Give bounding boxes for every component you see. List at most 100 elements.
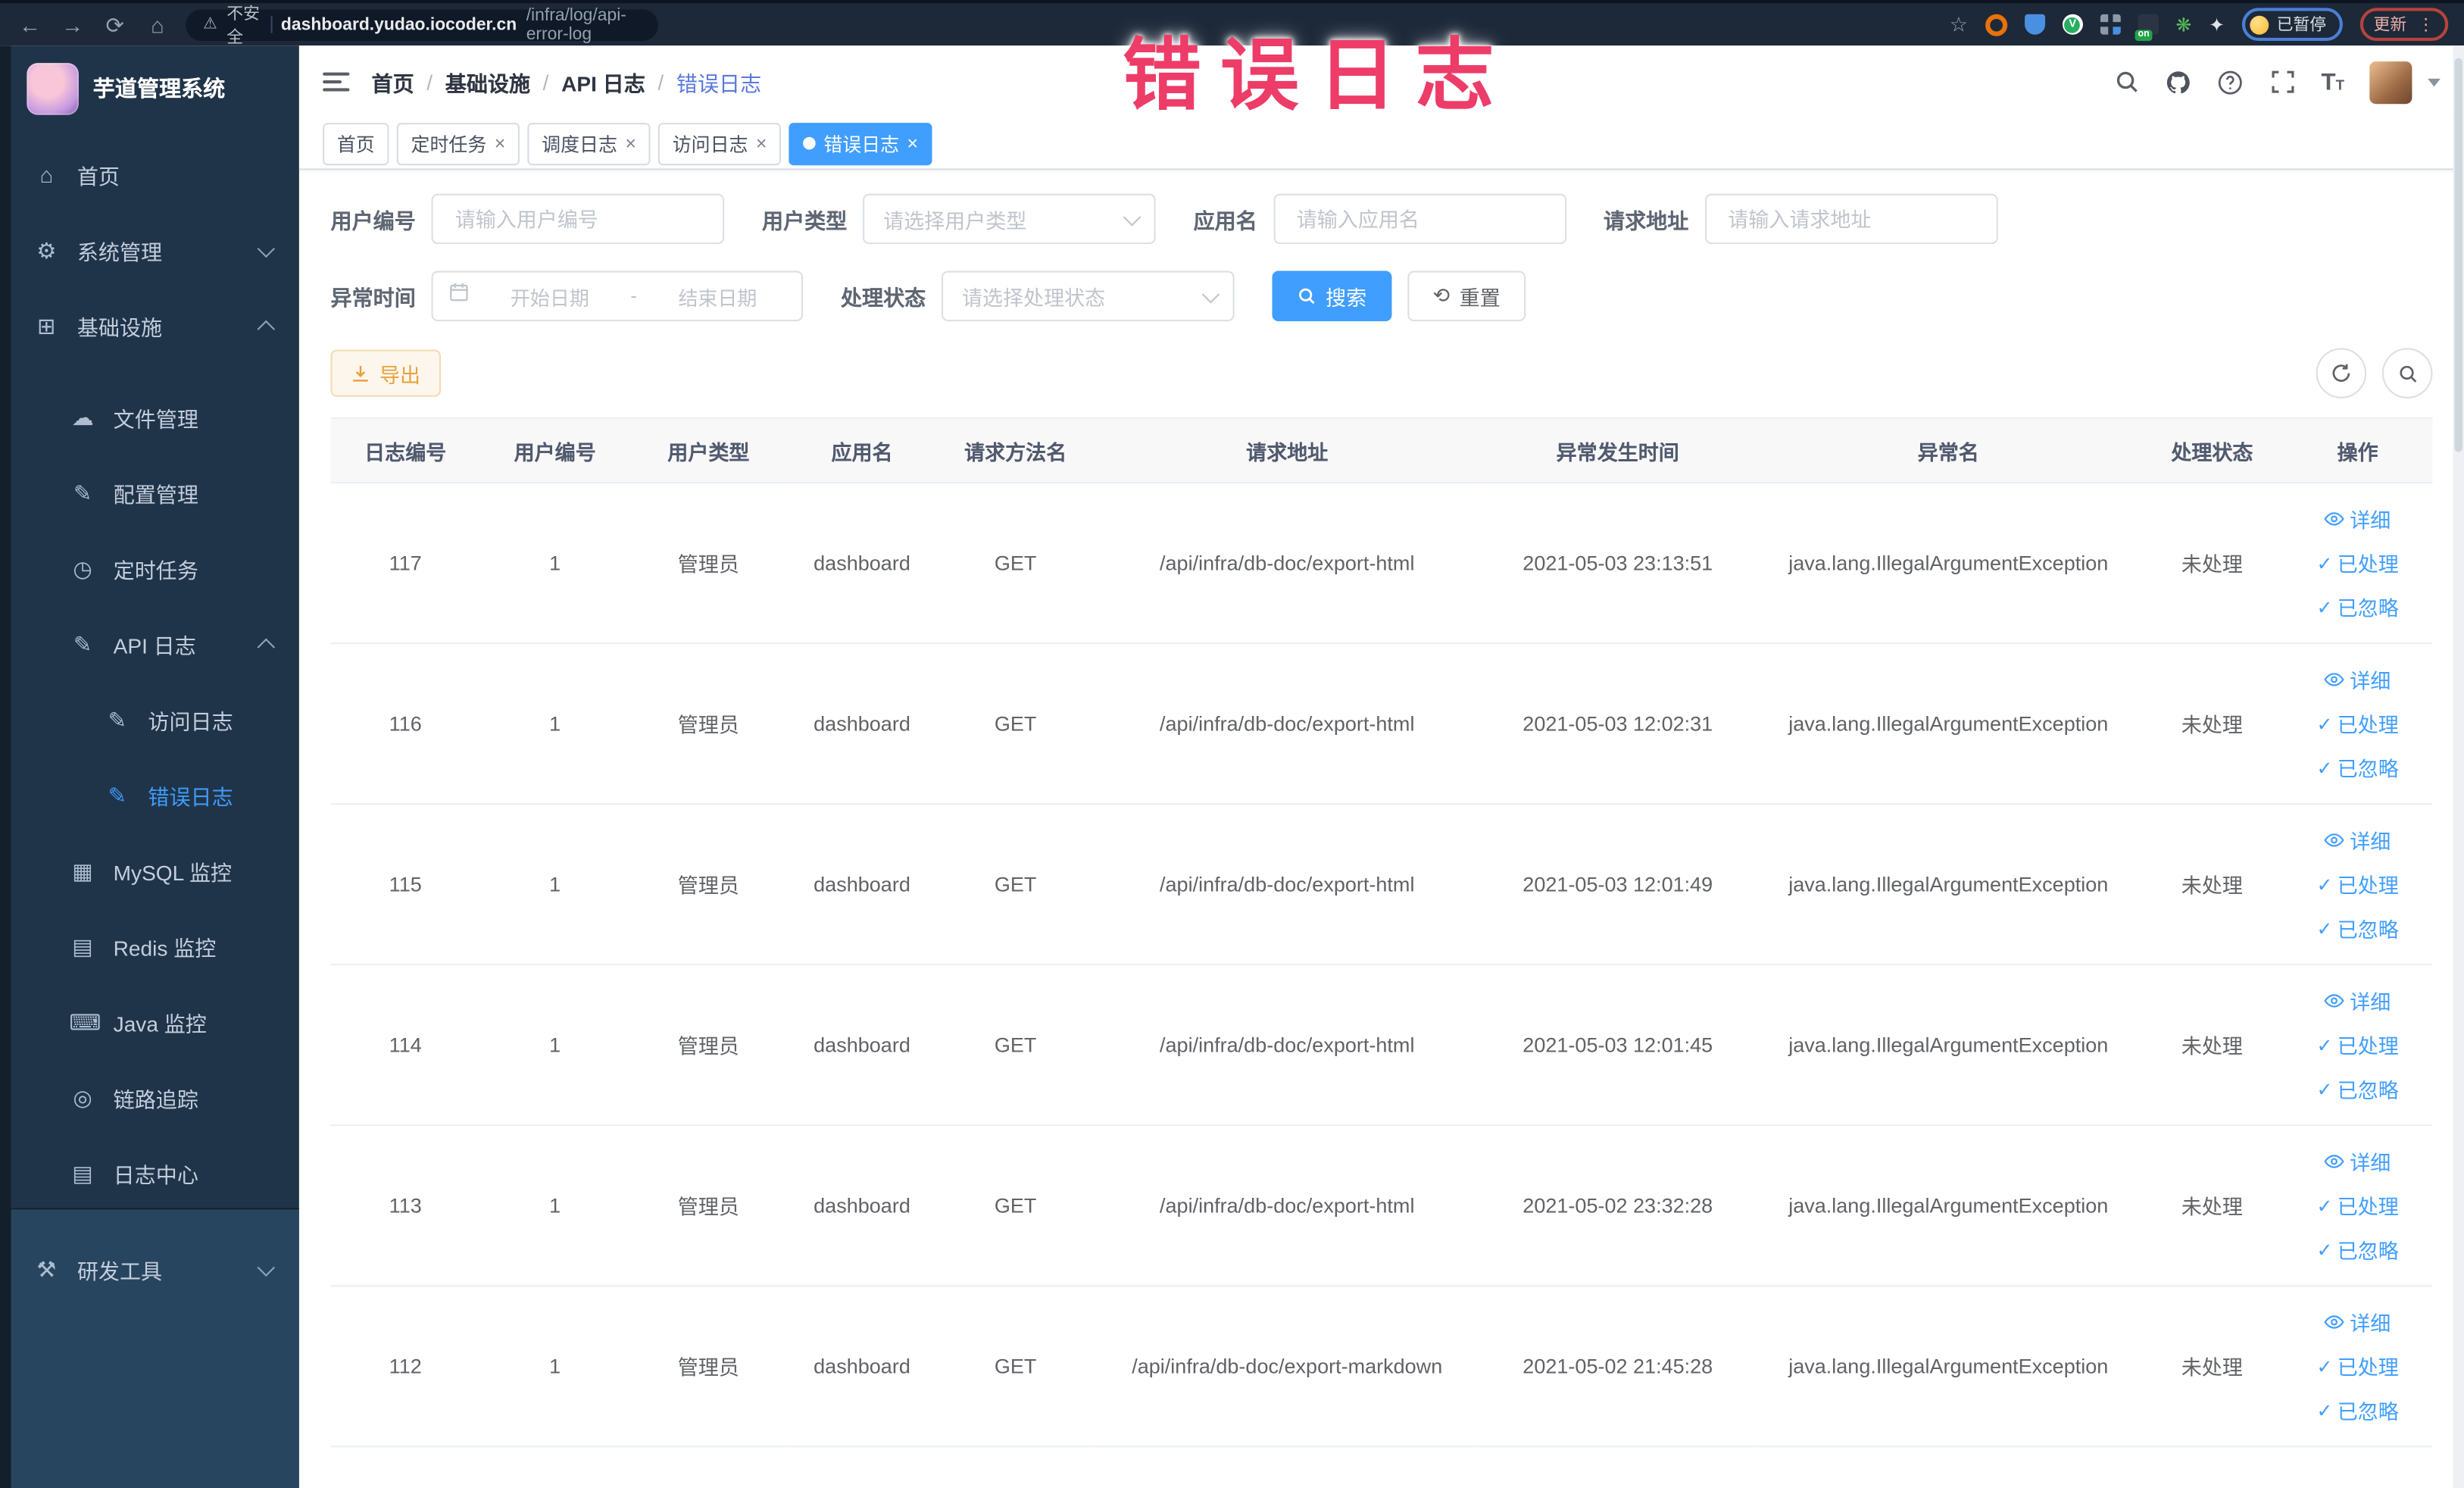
- sidebar-item-mysql-monitor[interactable]: ▦ MySQL 监控: [0, 833, 299, 909]
- breadcrumb-item[interactable]: API 日志: [561, 66, 645, 98]
- extension-icon-grid[interactable]: [2100, 14, 2121, 35]
- breadcrumb-item[interactable]: 首页: [372, 66, 414, 98]
- mark-ignored-link[interactable]: ✓ 已忽略: [2317, 1235, 2399, 1264]
- close-icon[interactable]: ×: [756, 133, 767, 155]
- cell-exception-time: 2021-05-02 21:45:28: [1479, 1286, 1756, 1448]
- request-url-input[interactable]: [1704, 193, 1997, 245]
- sidebar-item-trace[interactable]: ◎ 链路追踪: [0, 1060, 299, 1136]
- tab-error-log[interactable]: 错误日志 ×: [789, 122, 932, 165]
- sidebar-item-file-management[interactable]: ☁ 文件管理: [0, 380, 299, 455]
- mark-ignored-link[interactable]: ✓ 已忽略: [2317, 1074, 2399, 1104]
- detail-link[interactable]: 详细: [2325, 1307, 2391, 1336]
- browser-home-button[interactable]: ⌂: [143, 14, 171, 36]
- sidebar-item-label: 基础设施: [77, 316, 163, 340]
- mark-processed-link[interactable]: ✓ 已处理: [2317, 1030, 2399, 1059]
- toggle-search-circle-button[interactable]: [2381, 348, 2433, 399]
- sidebar-item-label: 文件管理: [113, 408, 198, 432]
- mark-processed-link[interactable]: ✓ 已处理: [2317, 1351, 2399, 1380]
- mark-processed-link[interactable]: ✓ 已处理: [2317, 1190, 2399, 1220]
- extension-icon-switch[interactable]: on: [2135, 14, 2159, 42]
- refresh-circle-button[interactable]: [2316, 348, 2367, 399]
- sidebar-item-error-log[interactable]: ✎ 错误日志: [0, 758, 299, 833]
- cell-method: GET: [936, 804, 1095, 966]
- status-select[interactable]: 请选择处理状态: [942, 270, 1235, 322]
- fullscreen-icon[interactable]: [2269, 68, 2296, 95]
- cell-log-id: 115: [330, 804, 480, 966]
- page-scrollbar[interactable]: [2453, 45, 2464, 1488]
- app-name-input[interactable]: [1273, 193, 1566, 245]
- search-button[interactable]: 搜索: [1272, 270, 1392, 322]
- browser-reload-button[interactable]: ⟳: [101, 14, 129, 36]
- tab-access-log[interactable]: 访问日志 ×: [658, 122, 782, 165]
- avatar-caret-icon[interactable]: [2428, 77, 2441, 86]
- cell-user-id: 1: [479, 483, 630, 645]
- user-type-select[interactable]: 请选择用户类型: [863, 193, 1156, 245]
- close-icon[interactable]: ×: [495, 133, 506, 155]
- extension-icon-shield[interactable]: [2024, 14, 2045, 35]
- start-date-placeholder: 开始日期: [510, 287, 589, 310]
- mark-ignored-link[interactable]: ✓ 已忽略: [2317, 592, 2399, 622]
- app-logo[interactable]: 芋道管理系统: [0, 45, 299, 130]
- sidebar: 芋道管理系统 ⌂ 首页 ⚙ 系统管理 ⊞ 基础设施 ☁ 文件管理 ✎ 配置管理 …: [0, 45, 299, 1488]
- check-icon: ✓: [2316, 712, 2333, 735]
- font-size-icon[interactable]: TT: [2322, 70, 2344, 93]
- sidebar-item-dev-tools[interactable]: ⚒ 研发工具: [0, 1231, 299, 1307]
- sidebar-item-log-center[interactable]: ▤ 日志中心: [0, 1136, 299, 1211]
- mark-processed-link[interactable]: ✓ 已处理: [2317, 869, 2399, 899]
- cell-actions: 详细 ✓ 已处理 ✓ 已忽略: [2282, 804, 2433, 966]
- sidebar-item-infrastructure[interactable]: ⊞ 基础设施: [0, 288, 299, 364]
- export-button[interactable]: 导出: [330, 349, 442, 397]
- browser-back-button[interactable]: ←: [16, 14, 44, 36]
- col-user-type: 用户类型: [629, 417, 788, 484]
- sidebar-item-home[interactable]: ⌂ 首页: [0, 137, 299, 213]
- mark-processed-link[interactable]: ✓ 已处理: [2317, 708, 2399, 738]
- date-range-picker[interactable]: 开始日期 - 结束日期: [431, 270, 804, 322]
- detail-link[interactable]: 详细: [2325, 504, 2391, 533]
- tab-schedule-log[interactable]: 调度日志 ×: [527, 122, 651, 165]
- sidebar-collapse-icon[interactable]: [323, 72, 350, 92]
- extensions-puzzle-icon[interactable]: ✦: [2209, 14, 2225, 36]
- detail-link[interactable]: 详细: [2325, 986, 2391, 1015]
- detail-link[interactable]: 详细: [2325, 825, 2391, 855]
- breadcrumb-item[interactable]: 基础设施: [445, 66, 530, 98]
- sidebar-item-api-log[interactable]: ✎ API 日志: [0, 606, 299, 682]
- mark-ignored-link[interactable]: ✓ 已忽略: [2317, 914, 2399, 943]
- tab-home[interactable]: 首页: [323, 122, 389, 165]
- scrollbar-thumb[interactable]: [2454, 58, 2462, 452]
- browser-menu-kebab-icon[interactable]: ⋮: [2418, 15, 2434, 34]
- detail-link[interactable]: 详细: [2325, 1146, 2391, 1176]
- user-id-input[interactable]: [431, 193, 725, 245]
- sidebar-item-java-monitor[interactable]: ⌨ Java 监控: [0, 984, 299, 1060]
- main-area: 首页 / 基础设施 / API 日志 / 错误日志 TT 首页 定时任务 × 调…: [298, 45, 2464, 1488]
- col-actions: 操作: [2282, 417, 2433, 484]
- sidebar-item-scheduled-tasks[interactable]: ◷ 定时任务: [0, 530, 299, 606]
- extension-icon-green[interactable]: V: [2062, 14, 2083, 35]
- timer-icon: ◷: [73, 555, 92, 580]
- profile-chip-paused[interactable]: 已暂停: [2241, 8, 2342, 42]
- sidebar-item-redis-monitor[interactable]: ▤ Redis 监控: [0, 908, 299, 984]
- cell-actions: 详细 ✓ 已处理 ✓ 已忽略: [2282, 964, 2433, 1127]
- help-icon[interactable]: [2217, 68, 2244, 95]
- sidebar-item-access-log[interactable]: ✎ 访问日志: [0, 682, 299, 758]
- mark-ignored-link[interactable]: ✓ 已忽略: [2317, 753, 2399, 783]
- detail-link[interactable]: 详细: [2325, 664, 2391, 694]
- mark-ignored-link[interactable]: ✓ 已忽略: [2317, 1396, 2399, 1425]
- github-icon[interactable]: [2166, 68, 2192, 95]
- extension-icon-leaf[interactable]: ❋: [2175, 14, 2191, 36]
- browser-forward-button[interactable]: →: [58, 14, 86, 36]
- mark-processed-link[interactable]: ✓ 已处理: [2317, 548, 2399, 577]
- cell-actions: 详细 ✓ 已处理 ✓ 已忽略: [2282, 643, 2433, 805]
- address-bar[interactable]: ⚠ 不安全 dashboard.yudao.iocoder.cn/infra/l…: [186, 4, 658, 46]
- reset-button[interactable]: ⟲ 重置: [1407, 270, 1526, 322]
- tab-scheduled-tasks[interactable]: 定时任务 ×: [396, 122, 520, 165]
- close-icon[interactable]: ×: [907, 133, 919, 155]
- search-icon[interactable]: [2113, 68, 2140, 95]
- browser-update-button[interactable]: 更新 ⋮: [2359, 8, 2449, 42]
- sidebar-item-system-management[interactable]: ⚙ 系统管理: [0, 213, 299, 289]
- close-icon[interactable]: ×: [625, 133, 636, 155]
- bookmark-star-icon[interactable]: ☆: [1950, 12, 1968, 37]
- extension-icon-orange[interactable]: [1985, 13, 2007, 36]
- sidebar-menu: ⌂ 首页 ⚙ 系统管理 ⊞ 基础设施 ☁ 文件管理 ✎ 配置管理 ◷ 定时任务 …: [0, 131, 299, 1211]
- sidebar-item-config-management[interactable]: ✎ 配置管理: [0, 455, 299, 531]
- user-avatar[interactable]: [2369, 61, 2412, 104]
